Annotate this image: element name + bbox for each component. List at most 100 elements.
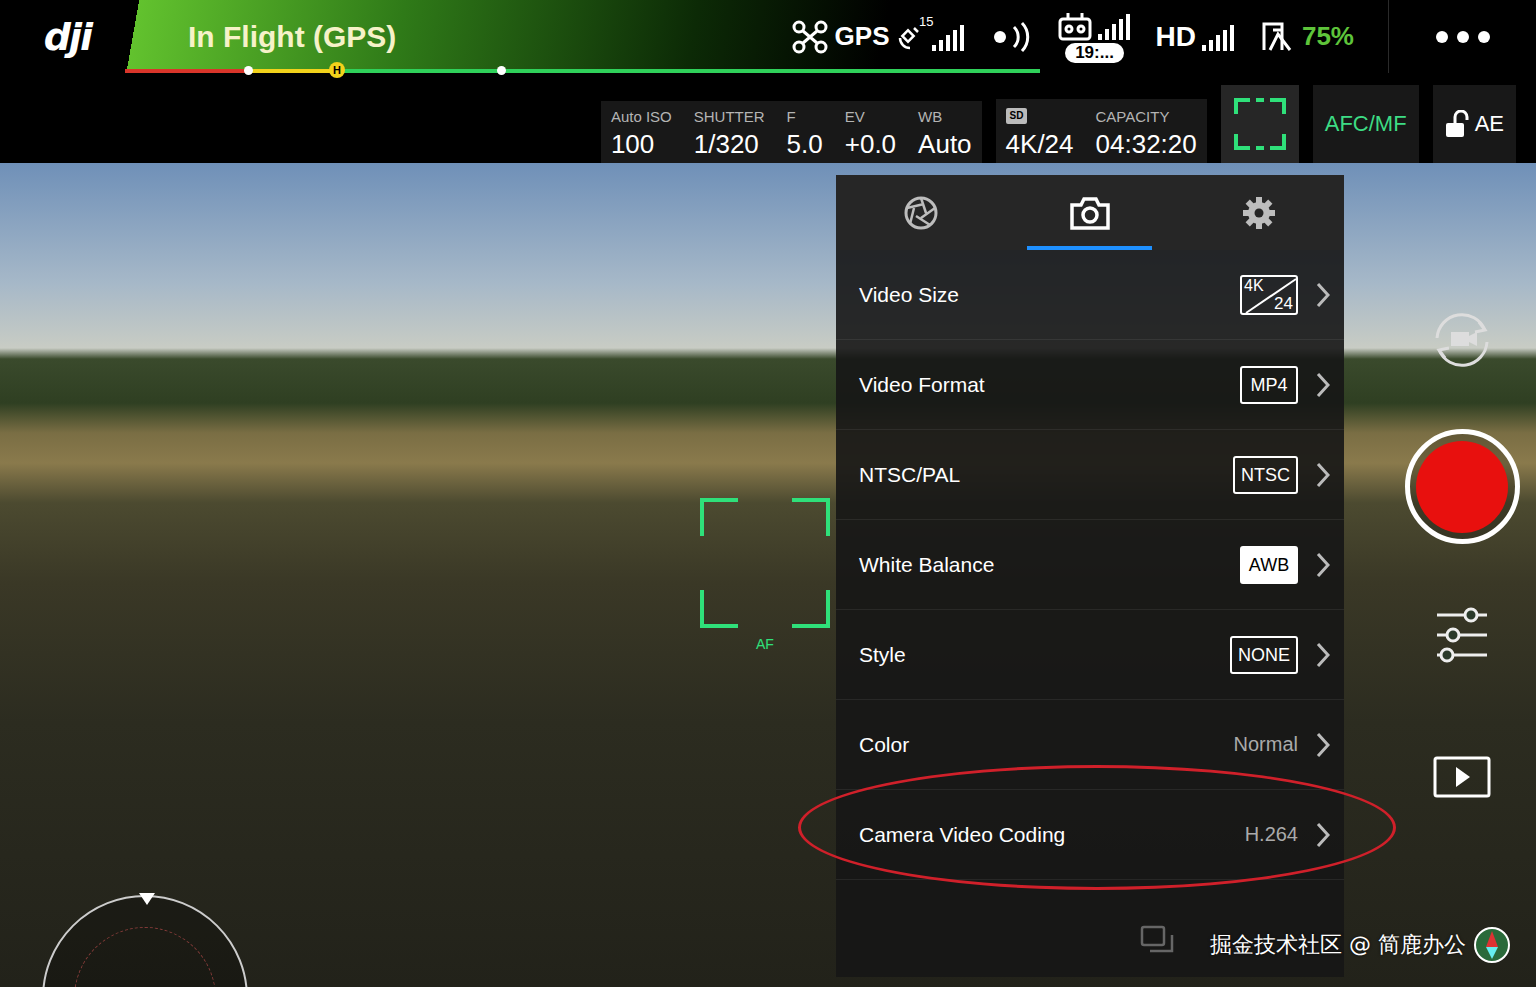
signal-bars-icon	[1098, 12, 1132, 40]
switch-mode-icon[interactable]	[1427, 308, 1497, 372]
settings-tabs	[836, 175, 1344, 250]
sd-card-badge: SD	[1006, 108, 1028, 124]
camera-params-bar: Auto ISO 100 SHUTTER 1/320 F 5.0 EV +0.0 WB …	[0, 73, 1536, 163]
focus-area-button[interactable]	[1221, 85, 1299, 163]
row-label: Style	[859, 643, 1230, 667]
lock-open-icon	[1445, 110, 1469, 138]
settings-list: Video Size 4K 24 Video Format MP4 NTSC/P…	[836, 250, 1344, 880]
param-value: 4K/24	[1006, 127, 1074, 161]
settings-tab[interactable]	[1027, 175, 1152, 250]
camera-icon	[1069, 195, 1111, 231]
row-value: Normal	[1234, 733, 1298, 756]
param-value: 1/320	[694, 127, 765, 161]
radar-compass[interactable]	[42, 895, 248, 987]
hd-label: HD	[1156, 21, 1196, 53]
watermark-text: 掘金技术社区 @ 简鹿办公	[1210, 930, 1466, 960]
panel-footer	[836, 880, 1344, 977]
more-dots-icon	[1435, 30, 1491, 44]
satellite-count-value: 15	[919, 14, 933, 29]
camera-param: EV +0.0	[845, 107, 896, 161]
watermark: 掘金技术社区 @ 简鹿办公	[1210, 925, 1512, 965]
row-label: Video Size	[859, 283, 1240, 307]
row-label: Color	[859, 733, 1234, 757]
wifi-icon	[990, 21, 1034, 53]
settings-row[interactable]: Camera Video Coding H.264	[836, 790, 1344, 880]
exposure-params[interactable]: Auto ISO 100 SHUTTER 1/320 F 5.0 EV +0.0 WB …	[601, 101, 982, 163]
param-value: 5.0	[787, 127, 823, 161]
hd-indicator[interactable]: HD	[1156, 21, 1236, 53]
storage-param: CAPACITY 04:32:20	[1096, 107, 1197, 161]
value-badge: NTSC	[1233, 456, 1298, 494]
camera-param: SHUTTER 1/320	[694, 107, 765, 161]
focus-mode-button[interactable]: AFC/MF	[1313, 85, 1419, 163]
live-video-view[interactable]: AF Video Size 4K 24 Video Format MP4 NTS…	[0, 163, 1536, 987]
settings-row[interactable]: Color Normal	[836, 700, 1344, 790]
record-icon	[1416, 441, 1508, 533]
param-label: EV	[845, 107, 896, 127]
dji-logo[interactable]: dji	[0, 0, 125, 73]
settings-row[interactable]: Video Format MP4	[836, 340, 1344, 430]
row-label: Camera Video Coding	[859, 823, 1245, 847]
settings-tab[interactable]	[858, 175, 983, 250]
param-label: F	[787, 107, 823, 127]
satellite-icon	[896, 24, 922, 50]
chevron-right-icon	[1316, 462, 1330, 488]
camera-param: WB Auto	[918, 107, 972, 161]
camera-param: Auto ISO 100	[611, 107, 672, 161]
param-label: CAPACITY	[1096, 107, 1197, 127]
af-bracket-icon	[700, 498, 830, 628]
af-focus-frame[interactable]: AF	[700, 498, 830, 648]
param-value: 04:32:20	[1096, 127, 1197, 161]
exposure-lock-button[interactable]: AE	[1433, 85, 1516, 163]
row-label: White Balance	[859, 553, 1240, 577]
param-value: Auto	[918, 127, 972, 161]
chevron-right-icon	[1316, 732, 1330, 758]
settings-tab[interactable]	[1197, 175, 1322, 250]
wifi-indicator[interactable]	[990, 21, 1034, 53]
more-button[interactable]	[1388, 0, 1536, 73]
chevron-right-icon	[1316, 372, 1330, 398]
camera-settings-icon[interactable]	[1435, 607, 1489, 663]
param-label: WB	[918, 107, 972, 127]
camera-settings-panel: Video Size 4K 24 Video Format MP4 NTSC/P…	[836, 175, 1344, 977]
playback-icon[interactable]	[1433, 756, 1491, 798]
row-label: Video Format	[859, 373, 1240, 397]
value-badge: AWB	[1240, 546, 1298, 584]
signal-bars-icon	[932, 23, 966, 51]
row-value: H.264	[1245, 823, 1298, 846]
resolution-badge: 4K 24	[1240, 275, 1298, 315]
flight-status-title: In Flight (GPS)	[188, 20, 396, 54]
heading-pointer-icon	[139, 893, 155, 905]
chevron-right-icon	[1316, 822, 1330, 848]
flight-status-banner[interactable]: In Flight (GPS) H GPS 15 19:... HD 75%	[125, 0, 1388, 73]
top-bar: dji In Flight (GPS) H GPS 15 19:... HD 75…	[0, 0, 1536, 73]
param-value: 100	[611, 127, 672, 161]
settings-row[interactable]: NTSC/PAL NTSC	[836, 430, 1344, 520]
settings-row[interactable]: Style NONE	[836, 610, 1344, 700]
settings-row[interactable]: Video Size 4K 24	[836, 250, 1344, 340]
status-indicators: GPS 15 19:... HD 75%	[791, 11, 1388, 63]
settings-row[interactable]: White Balance AWB	[836, 520, 1344, 610]
gps-indicator[interactable]: GPS 15	[791, 19, 966, 55]
remote-time-pill: 19:...	[1065, 43, 1124, 63]
copy-icon[interactable]	[1140, 925, 1174, 955]
record-button[interactable]	[1405, 429, 1520, 544]
exposure-lock-label: AE	[1475, 111, 1504, 137]
value-badge: NONE	[1230, 636, 1298, 674]
focus-frame-icon	[1234, 98, 1286, 150]
progress-dot	[244, 66, 253, 75]
storage-param: SD 4K/24	[1006, 105, 1074, 161]
param-label: Auto ISO	[611, 107, 672, 127]
row-label: NTSC/PAL	[859, 463, 1233, 487]
home-marker: H	[329, 62, 345, 78]
battery-indicator[interactable]: 75%	[1260, 20, 1354, 54]
capture-controls	[1402, 308, 1522, 798]
gps-label: GPS	[835, 21, 890, 52]
chevron-right-icon	[1316, 282, 1330, 308]
gear-icon	[1242, 196, 1276, 230]
flight-progress-line: H	[125, 69, 1040, 73]
camera-param: F 5.0	[787, 107, 823, 161]
remote-controller-icon	[1058, 11, 1092, 41]
storage-params[interactable]: SD 4K/24 CAPACITY 04:32:20	[996, 99, 1207, 163]
remote-indicator[interactable]: 19:...	[1058, 11, 1132, 63]
